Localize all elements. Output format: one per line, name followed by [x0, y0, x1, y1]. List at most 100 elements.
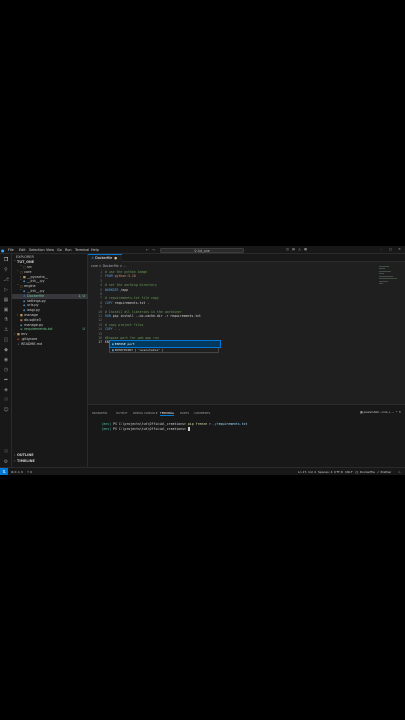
tree-item-label: urls.py: [26, 303, 39, 308]
code-line[interactable]: # use the python image: [105, 270, 147, 274]
github-icon[interactable]: ◉: [3, 357, 9, 363]
terminal-line[interactable]: (env) PS C:\projects\tut\Official_creati…: [90, 423, 190, 435]
run-debug-icon[interactable]: ▷: [3, 287, 9, 293]
remote-indicator-icon[interactable]: ⇅: [0, 468, 8, 475]
gitlens-icon[interactable]: ☉: [3, 397, 9, 403]
extensions-icon[interactable]: ▦: [3, 297, 9, 303]
tree-item-label: wsgi.py: [26, 308, 40, 313]
code-line[interactable]: # set the working directory: [105, 283, 157, 287]
timeline-section[interactable]: › TIMELINE: [12, 459, 88, 464]
problems-count[interactable]: ⊗ 0 ⚠ 0: [11, 470, 23, 474]
tab-comments[interactable]: COMMENTS: [194, 411, 210, 415]
code-token: # use the python image: [105, 270, 148, 274]
explorer-icon[interactable]: ❐: [3, 257, 9, 263]
toggle-sidebar-icon[interactable]: ◫: [286, 248, 289, 251]
command-center-search[interactable]: ⚲ tut_one: [160, 247, 244, 253]
menu-terminal[interactable]: Terminal: [75, 248, 89, 252]
menu-file[interactable]: File: [8, 248, 14, 252]
timeline-icon[interactable]: ◷: [3, 367, 9, 373]
close-icon[interactable]: ✕: [398, 248, 401, 251]
testing-icon[interactable]: ⚗: [3, 317, 9, 323]
customize-layout-icon[interactable]: ▦: [304, 248, 307, 251]
language-mode[interactable]: {} Dockerfile: [355, 470, 375, 474]
menu-run[interactable]: Run: [65, 248, 72, 252]
code-token: # copy project files: [105, 322, 144, 327]
copilot-icon[interactable]: ☺: [3, 407, 9, 413]
maximize-icon[interactable]: □: [389, 248, 392, 251]
line-number: 1: [100, 270, 102, 274]
line-number: 10: [98, 309, 102, 314]
menu-go[interactable]: Go: [57, 248, 62, 252]
tree-item[interactable]: ↓ README.md: [12, 342, 88, 347]
database-icon[interactable]: ◫: [3, 337, 9, 343]
line-number: 17: [98, 340, 102, 345]
minimap[interactable]: [379, 266, 399, 286]
manage-gear-icon[interactable]: ⚙: [3, 459, 9, 465]
tab-debug-console[interactable]: DEBUG CONSOLE: [133, 411, 158, 415]
menu-help[interactable]: Help: [91, 248, 99, 252]
ports-count[interactable]: ⚡ 0: [27, 470, 32, 474]
tab-dockerfile[interactable]: ⚓ Dockerfile ●: [88, 254, 122, 262]
tree-item-label: settings.py: [26, 298, 46, 303]
close-panel-icon[interactable]: ✕: [399, 410, 401, 414]
editor-area: ⚓ Dockerfile ● core > Dockerfile > ... 1…: [88, 254, 405, 404]
toggle-panel-icon[interactable]: ▤: [292, 248, 295, 251]
tree-item-label: src: [26, 265, 33, 269]
tab-problems[interactable]: PROBLEMS: [92, 411, 107, 415]
source-control-icon[interactable]: ⎇: [3, 277, 9, 283]
search-icon[interactable]: ⚲: [3, 267, 9, 273]
add-terminal-icon[interactable]: +: [389, 410, 391, 414]
maximize-panel-icon[interactable]: ⌃: [395, 410, 397, 414]
back-arrow-icon[interactable]: ←: [146, 248, 149, 252]
tab-terminal[interactable]: TERMINAL: [160, 411, 175, 416]
tree-item-label: .gitignore: [20, 337, 38, 341]
remote-explorer-icon[interactable]: ▣: [3, 307, 9, 313]
code-line[interactable]: RUN pip install --no-cache-dir -r requir…: [105, 314, 201, 318]
line-number: 14: [98, 327, 102, 332]
terminal-instance[interactable]: ▩ powershell - core + ⋯ ⌃ ✕: [360, 410, 401, 414]
tab-output[interactable]: OUTPUT: [116, 411, 127, 415]
suggestion-widget: ▣EXPOSE port ▣ENTRYPOINT [ "executable" …: [109, 340, 221, 353]
encoding[interactable]: UTF-8: [334, 470, 343, 474]
cursor-position[interactable]: Ln 17, Col 4: [298, 470, 316, 474]
code-token: FROM: [105, 274, 115, 279]
account-icon[interactable]: ☉: [3, 449, 9, 455]
menu-selection[interactable]: Selection: [29, 248, 45, 252]
search-text: tut_one: [197, 248, 210, 253]
code-line[interactable]: FROM python:3.10: [105, 274, 136, 278]
forward-arrow-icon[interactable]: →: [152, 248, 155, 252]
toggle-secondary-sidebar-icon[interactable]: ◬: [298, 248, 301, 251]
menu-view[interactable]: View: [46, 248, 54, 252]
tab-ports[interactable]: PORTS: [180, 411, 189, 415]
outline-section[interactable]: › OUTLINE: [12, 453, 88, 458]
live-share-icon[interactable]: ➦: [3, 377, 9, 383]
breadcrumb[interactable]: core > Dockerfile > ...: [91, 264, 126, 268]
docker-file-icon: ⚓: [91, 256, 95, 260]
code-token: WORKDIR: [105, 287, 121, 292]
snippet-icon: ▣: [112, 342, 114, 346]
status-bar: ⇅ ⊗ 0 ⚠ 0 ⚡ 0 Ln 17, Col 4 Spaces: 4 UTF…: [0, 467, 405, 475]
tree-item-label: db.sqlite3: [23, 317, 41, 322]
code-line[interactable]: # copy project files: [105, 323, 143, 327]
vscode-window: ● File Edit Selection View Go Run Termin…: [0, 246, 405, 475]
code-line[interactable]: # requirements.txt file copy: [105, 296, 159, 300]
code-line[interactable]: COPY . .: [105, 327, 120, 331]
tree-item-label: requirements.txt: [23, 327, 53, 332]
suggestion-item[interactable]: ▣ENTRYPOINT [ "executable" ]: [110, 347, 220, 353]
code-line[interactable]: WORKDIR /app: [105, 288, 128, 292]
code-line[interactable]: # Install all libraries in the container: [105, 310, 182, 314]
menu-edit[interactable]: Edit: [19, 248, 26, 252]
snippet-icon: ▣: [112, 348, 114, 352]
docker-icon[interactable]: ⚓: [3, 327, 9, 333]
line-endings[interactable]: CRLF: [345, 470, 353, 474]
tree-item-label: __init__.py: [26, 289, 45, 293]
python-icon[interactable]: ◆: [3, 347, 9, 353]
notifications-bell-icon[interactable]: ♨: [398, 470, 401, 474]
line-number: 13: [98, 322, 102, 327]
indentation[interactable]: Spaces: 4: [318, 470, 333, 474]
editor-tab-bar: ⚓ Dockerfile ●: [88, 254, 405, 262]
prettier-status[interactable]: ✓ Prettier: [377, 470, 392, 474]
code-line[interactable]: COPY requirements.txt .: [105, 301, 149, 305]
minimize-icon[interactable]: –: [380, 248, 383, 251]
extension-view-icon[interactable]: ◈: [3, 387, 9, 393]
